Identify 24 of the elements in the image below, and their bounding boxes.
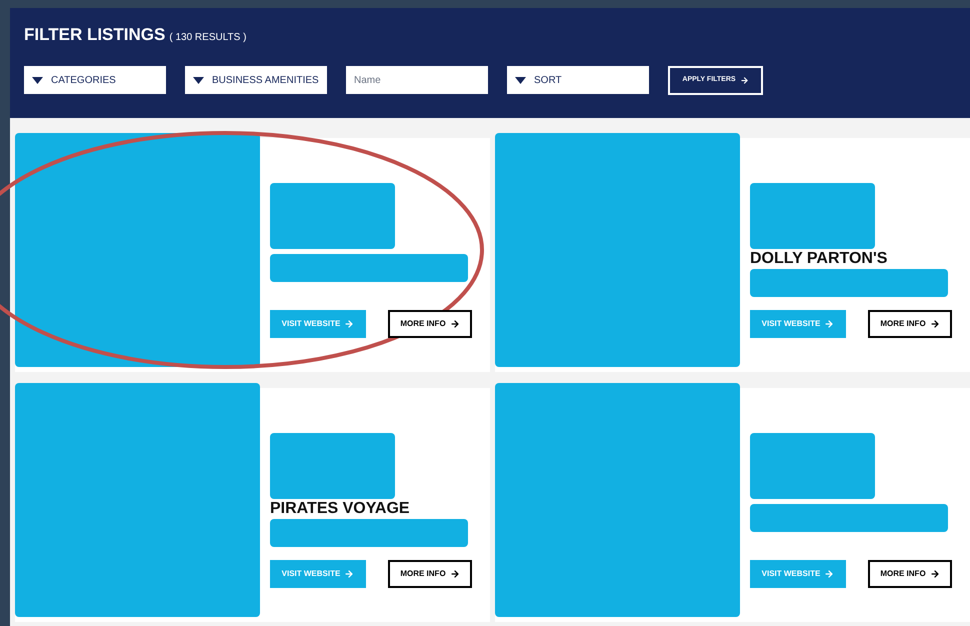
more-info-button[interactable]: MORE INFO xyxy=(868,310,952,338)
listing-title: DOLLY PARTON'S xyxy=(750,251,888,267)
caret-icon xyxy=(515,76,526,84)
arrow-right-icon xyxy=(824,569,834,579)
header-title: FILTER LISTINGS xyxy=(24,24,166,46)
caret-icon xyxy=(32,76,43,84)
arrow-right-icon xyxy=(344,569,354,579)
filter-dropdown[interactable]: BUSINESS AMENITIES xyxy=(185,66,327,94)
arrow-right-icon xyxy=(344,319,354,329)
more-info-button[interactable]: MORE INFO xyxy=(388,560,472,588)
arrow-right-icon xyxy=(450,319,460,329)
results-count: ( 130 RESULTS ) xyxy=(169,31,246,45)
filter-dropdown[interactable]: CATEGORIES xyxy=(24,66,166,94)
arrow-right-icon xyxy=(930,569,940,579)
filter-dropdown[interactable]: SORT xyxy=(507,66,649,94)
more-info-button[interactable]: MORE INFO xyxy=(868,560,952,588)
listing-title: PIRATES VOYAGE xyxy=(270,501,411,517)
arrow-right-icon xyxy=(740,76,749,84)
arrow-right-icon xyxy=(824,319,834,329)
arrow-right-icon xyxy=(450,569,460,579)
more-info-button[interactable]: MORE INFO xyxy=(388,310,472,338)
caret-icon xyxy=(193,76,204,84)
arrow-right-icon xyxy=(930,319,940,329)
name-field[interactable]: Name xyxy=(346,66,488,94)
